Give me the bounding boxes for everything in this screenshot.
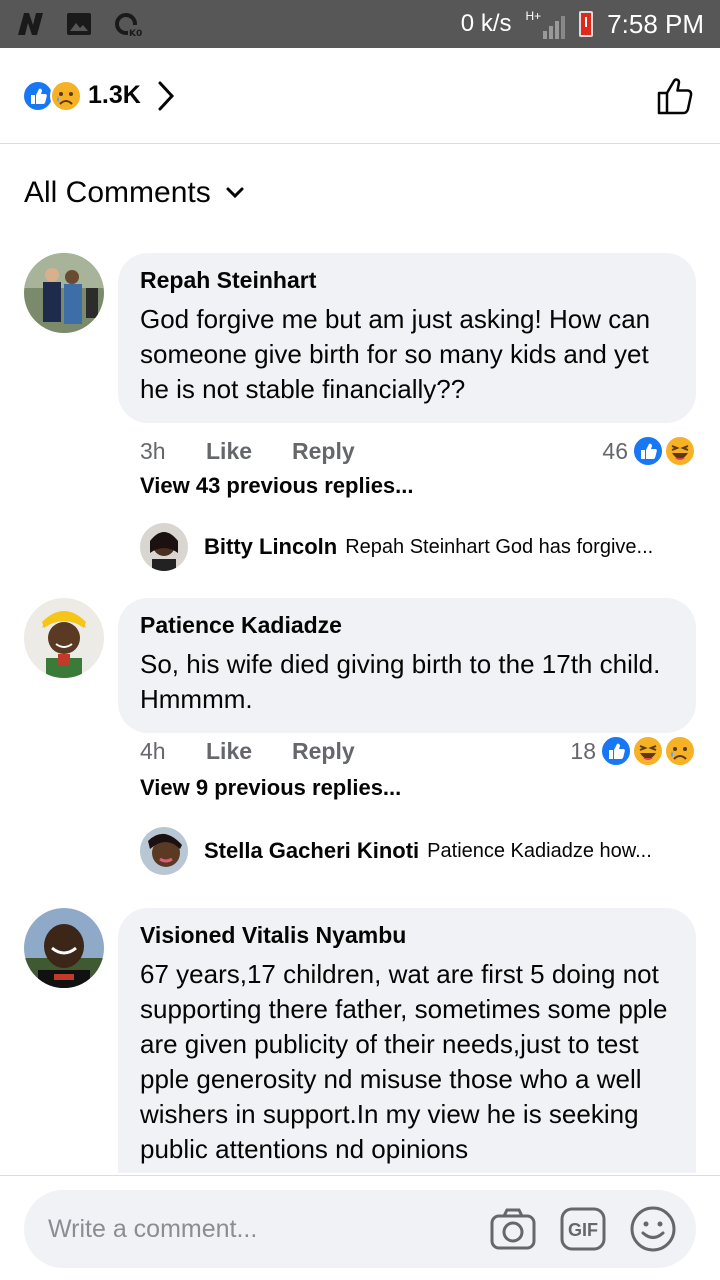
sync-notification-icon: K0 — [112, 11, 142, 39]
avatar[interactable] — [24, 908, 104, 988]
comment-reactions[interactable]: 46 — [602, 435, 696, 467]
comment-reaction-count: 46 — [602, 437, 628, 464]
comment-time: 3h — [140, 437, 166, 464]
camera-icon[interactable] — [488, 1204, 538, 1254]
filter-label: All Comments — [24, 176, 211, 209]
like-button[interactable]: Like — [206, 438, 292, 465]
battery-icon — [579, 11, 594, 37]
avatar[interactable] — [24, 253, 104, 333]
haha-icon — [632, 735, 664, 767]
comment-text: God forgive me but am just asking! How c… — [140, 304, 651, 404]
comment-input[interactable] — [48, 1214, 468, 1244]
view-previous-replies-link[interactable]: View 9 previous replies... — [140, 775, 401, 801]
reply-preview[interactable]: Stella Gacheri Kinoti Patience Kadiadze … — [140, 827, 700, 875]
comment-composer-bar: GIF — [0, 1175, 720, 1280]
reply-button[interactable]: Reply — [292, 438, 355, 465]
reaction-count: 1.3K — [88, 81, 141, 109]
chevron-down-icon — [226, 187, 244, 199]
comment-item: Visioned Vitalis Nyambu 67 years,17 chil… — [0, 908, 720, 1173]
reply-text: Patience Kadiadze how... — [427, 839, 652, 862]
comments-sheet: 1.3K All Comments Repah Steinhart God fo… — [0, 48, 720, 1280]
comment-actions: 3h Like Reply 46 — [140, 431, 696, 471]
reactions-summary[interactable]: 1.3K — [0, 48, 720, 144]
comment-time: 4h — [140, 737, 166, 764]
comment-actions: 4h Like Reply 18 — [140, 731, 696, 771]
clock: 7:58 PM — [607, 8, 704, 39]
like-outline-icon[interactable] — [654, 73, 700, 119]
reply-author[interactable]: Bitty Lincoln — [204, 534, 337, 560]
sad-icon — [50, 79, 82, 112]
comment-item: Patience Kadiadze So, his wife died givi… — [0, 598, 720, 908]
status-bar: K0 0 k/s H+ 7:58 PM — [0, 0, 720, 48]
signal-icon: H+ — [525, 9, 566, 39]
comment-reaction-count: 18 — [570, 737, 596, 764]
svg-text:GIF: GIF — [568, 1220, 598, 1240]
comment-filter-dropdown[interactable]: All Comments — [24, 176, 245, 210]
network-speed: 0 k/s — [460, 10, 512, 37]
reply-author[interactable]: Stella Gacheri Kinoti — [204, 838, 419, 864]
like-icon — [632, 435, 664, 467]
reply-preview[interactable]: Bitty Lincoln Repah Steinhart God has fo… — [140, 523, 700, 571]
view-previous-replies-link[interactable]: View 43 previous replies... — [140, 473, 414, 499]
sad-icon — [664, 735, 696, 767]
comment-author[interactable]: Visioned Vitalis Nyambu — [140, 922, 674, 949]
comment-author[interactable]: Patience Kadiadze — [140, 612, 674, 639]
avatar[interactable] — [140, 523, 188, 571]
gallery-notification-icon — [64, 11, 94, 37]
like-icon — [600, 735, 632, 767]
app-notification-icon — [16, 11, 46, 37]
haha-icon — [664, 435, 696, 467]
comment-bubble[interactable]: Repah Steinhart God forgive me but am ju… — [118, 253, 696, 423]
emoji-icon[interactable] — [628, 1204, 678, 1254]
comment-composer: GIF — [24, 1190, 696, 1268]
network-type: H+ — [525, 9, 542, 23]
comment-author[interactable]: Repah Steinhart — [140, 267, 674, 294]
comment-text: 67 years,17 children, wat are first 5 do… — [140, 959, 668, 1164]
reply-text: Repah Steinhart God has forgive... — [345, 535, 654, 558]
comment-text: So, his wife died giving birth to the 17… — [140, 649, 661, 714]
comments-list: Repah Steinhart God forgive me but am ju… — [0, 253, 720, 1173]
like-button[interactable]: Like — [206, 738, 292, 765]
chevron-right-icon[interactable] — [155, 79, 177, 113]
reply-button[interactable]: Reply — [292, 738, 355, 765]
avatar[interactable] — [140, 827, 188, 875]
gif-icon[interactable]: GIF — [558, 1204, 608, 1254]
svg-text:K0: K0 — [129, 29, 142, 37]
comment-reactions[interactable]: 18 — [570, 735, 696, 767]
avatar[interactable] — [24, 598, 104, 678]
comment-item: Repah Steinhart God forgive me but am ju… — [0, 253, 720, 593]
comment-bubble[interactable]: Patience Kadiadze So, his wife died givi… — [118, 598, 696, 733]
comment-bubble[interactable]: Visioned Vitalis Nyambu 67 years,17 chil… — [118, 908, 696, 1173]
